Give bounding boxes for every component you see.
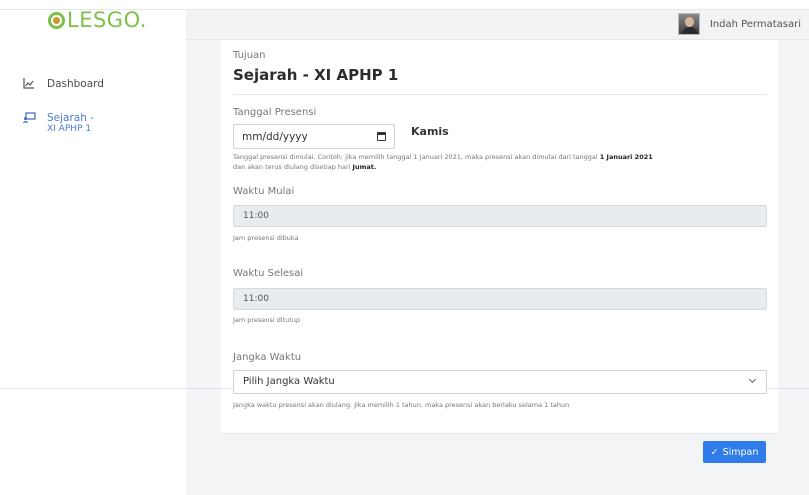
chart-line-icon xyxy=(23,78,37,90)
tanggal-help-text-2: dan akan terus diulang disetiap hari xyxy=(233,163,353,171)
tanggal-help-bold-2: Jumat. xyxy=(352,163,377,171)
jangka-selected-value: Pilih Jangka Waktu xyxy=(243,376,335,387)
avatar xyxy=(677,13,700,35)
brand-icon xyxy=(48,11,65,29)
sidebar-item-sublabel: XI APHP 1 xyxy=(47,124,92,134)
tujuan-label: Tujuan xyxy=(233,50,266,61)
chevron-down-icon xyxy=(748,375,757,384)
user-menu[interactable]: Indah Permatasari xyxy=(677,13,801,35)
top-header: Indah Permatasari xyxy=(186,9,809,40)
check-icon: ✓ xyxy=(710,446,719,458)
tanggal-label: Tanggal Presensi xyxy=(233,107,317,118)
tanggal-date-input[interactable]: mm/dd/yyyy xyxy=(233,124,395,149)
tanggal-help-bold-1: 1 Januari 2021 xyxy=(599,153,653,161)
card-footer xyxy=(221,433,778,469)
presentation-icon xyxy=(23,112,37,124)
waktu-mulai-help: Jam presensi dibuka xyxy=(233,234,299,242)
jangka-label: Jangka Waktu xyxy=(233,352,302,363)
sidebar-item-dashboard[interactable]: Dashboard xyxy=(23,78,104,90)
tanggal-help-text-1: Tanggal presensi dimulai. Contoh: jika m… xyxy=(233,153,600,161)
date-placeholder: mm/dd/yyyy xyxy=(242,130,308,143)
calendar-icon[interactable] xyxy=(377,132,386,141)
save-label: Simpan xyxy=(722,446,759,458)
sidebar-item-label: Sejarah - xyxy=(47,112,95,124)
sidebar: LESGO. Dashboard Sejarah - XI APHP 1 xyxy=(0,0,186,495)
brand-dot: . xyxy=(139,8,147,32)
waktu-mulai-input: 11:00 xyxy=(233,205,767,227)
brand-logo[interactable]: LESGO. xyxy=(0,0,186,40)
jangka-select[interactable]: Pilih Jangka Waktu xyxy=(233,370,767,394)
jangka-help: Jangka waktu presensi akan diulang. Jika… xyxy=(233,401,570,409)
waktu-selesai-help: Jam presensi ditutup xyxy=(233,316,301,324)
user-name: Indah Permatasari xyxy=(709,18,801,30)
waktu-selesai-input: 11:00 xyxy=(233,288,767,310)
sidebar-item-label: Dashboard xyxy=(47,78,104,90)
divider xyxy=(233,94,767,95)
brand-text: LESGO xyxy=(67,8,140,32)
waktu-mulai-label: Waktu Mulai xyxy=(233,186,295,197)
page-title: Sejarah - XI APHP 1 xyxy=(233,66,399,84)
waktu-selesai-label: Waktu Selesai xyxy=(233,268,304,279)
save-button[interactable]: ✓ Simpan xyxy=(703,441,766,463)
day-name: Kamis xyxy=(411,125,449,138)
tanggal-help: Tanggal presensi dimulai. Contoh: jika m… xyxy=(233,152,653,172)
sidebar-item-sejarah[interactable]: Sejarah - XI APHP 1 xyxy=(23,112,94,134)
sidebar-top-border xyxy=(0,9,186,10)
